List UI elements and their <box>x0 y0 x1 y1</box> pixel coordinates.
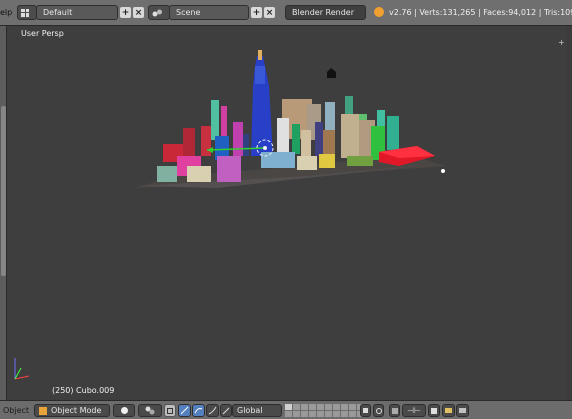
3d-view-header: Object Object Mode Global ⊣⊢ <box>0 400 572 419</box>
manipulator-toggle[interactable] <box>164 404 176 417</box>
add-layout-button[interactable]: + <box>120 7 131 18</box>
layer-button[interactable] <box>317 411 324 417</box>
3d-viewport[interactable]: User Persp (250) Cubo.009 <box>7 26 567 400</box>
building <box>387 116 399 150</box>
animation-render-icon <box>459 408 466 413</box>
opengl-render-button[interactable] <box>442 404 455 417</box>
building <box>315 122 323 156</box>
opengl-animation-button[interactable] <box>456 404 469 417</box>
building <box>319 154 335 168</box>
layer-button[interactable] <box>325 404 332 410</box>
scale-manipulator-button[interactable] <box>206 404 219 417</box>
add-scene-button[interactable]: + <box>251 7 262 18</box>
snap-toggle[interactable] <box>389 404 400 417</box>
mode-cube-icon <box>39 406 47 415</box>
layer-button[interactable] <box>293 411 300 417</box>
building <box>221 106 227 136</box>
layer-button[interactable] <box>301 411 308 417</box>
pivot-icon <box>145 406 155 415</box>
scale-icon <box>208 406 217 415</box>
viewport-shading-dropdown[interactable] <box>113 404 135 417</box>
proportional-edit-icon <box>375 407 382 414</box>
manipulator-icon <box>167 407 173 414</box>
building <box>157 166 177 182</box>
building <box>323 130 335 156</box>
building <box>217 156 241 182</box>
layer-button[interactable] <box>333 411 340 417</box>
building <box>183 128 195 160</box>
layer-button[interactable] <box>309 404 316 410</box>
properties-shelf-edge[interactable] <box>567 26 572 400</box>
building <box>211 100 219 140</box>
building <box>261 152 295 168</box>
transform-orientation-dropdown[interactable]: Global <box>232 404 282 417</box>
render-icon <box>431 407 437 414</box>
layers-grid[interactable] <box>285 404 364 417</box>
building <box>201 126 211 156</box>
object-menu[interactable]: Object <box>3 406 29 415</box>
pivot-point-dropdown[interactable] <box>138 404 162 417</box>
layer-button[interactable] <box>349 404 356 410</box>
lamp-point <box>441 169 445 173</box>
layer-button[interactable] <box>285 404 292 410</box>
lock-camera-button[interactable] <box>360 404 371 417</box>
tool-shelf-edge[interactable] <box>0 26 7 400</box>
layer-button[interactable] <box>341 411 348 417</box>
building <box>187 166 211 182</box>
layer-button[interactable] <box>317 404 324 410</box>
render-preview-button[interactable] <box>428 404 440 417</box>
scene-name-field[interactable]: Scene <box>169 5 249 20</box>
render-engine-dropdown[interactable]: Blender Render <box>285 5 366 20</box>
snap-element-icon: ⊣⊢ <box>407 406 421 415</box>
layer-button[interactable] <box>293 404 300 410</box>
layout-name: Default <box>43 8 73 17</box>
lock-icon <box>363 408 368 413</box>
city-model-scene[interactable] <box>7 26 567 400</box>
manipulator-space-icon-box[interactable] <box>220 404 232 417</box>
proportional-edit-button[interactable] <box>373 404 384 417</box>
layer-button[interactable] <box>285 411 292 417</box>
layer-button[interactable] <box>333 404 340 410</box>
camera-render-icon <box>445 408 452 413</box>
interaction-mode-dropdown[interactable]: Object Mode <box>34 404 110 417</box>
layer-button[interactable] <box>325 411 332 417</box>
manipulator-space-icon <box>222 407 230 414</box>
info-header: elp Default + × Scene + × Blender Render… <box>0 0 572 26</box>
blender-logo-icon <box>374 7 384 17</box>
rotate-manipulator-button[interactable] <box>192 404 205 417</box>
editor-type-selector[interactable] <box>17 5 37 20</box>
translate-manipulator-button[interactable] <box>178 404 191 417</box>
layer-button[interactable] <box>341 404 348 410</box>
rotate-icon <box>194 408 203 414</box>
viewport-shading-icon <box>120 407 128 414</box>
layer-button[interactable] <box>309 411 316 417</box>
layer-button[interactable] <box>301 404 308 410</box>
scene-statistics: v2.76 | Verts:131,265 | Faces:94,012 | T… <box>389 8 572 17</box>
scene-icon <box>152 9 162 16</box>
delete-scene-button[interactable]: × <box>264 7 275 18</box>
properties-toggle-icon[interactable]: + <box>558 38 565 47</box>
skyscraper-spire <box>258 50 262 60</box>
help-menu-fragment[interactable]: elp <box>0 8 12 17</box>
snap-icon <box>391 407 398 414</box>
active-object-label: (250) Cubo.009 <box>52 386 115 395</box>
building <box>347 156 373 166</box>
scene-selector[interactable] <box>148 5 170 20</box>
building <box>297 156 317 170</box>
building <box>292 124 300 154</box>
screen-layout-field[interactable]: Default <box>36 5 118 20</box>
snap-element-dropdown[interactable]: ⊣⊢ <box>402 404 426 417</box>
building <box>301 130 311 156</box>
editor-type-icon <box>21 8 29 17</box>
translate-icon <box>180 406 189 415</box>
delete-layout-button[interactable]: × <box>133 7 144 18</box>
building <box>341 114 359 158</box>
camera-icon[interactable] <box>327 68 336 78</box>
tool-shelf-tab[interactable] <box>1 106 6 276</box>
axis-gizmo <box>14 358 30 380</box>
layer-button[interactable] <box>349 411 356 417</box>
building <box>233 122 243 156</box>
building <box>277 118 289 154</box>
